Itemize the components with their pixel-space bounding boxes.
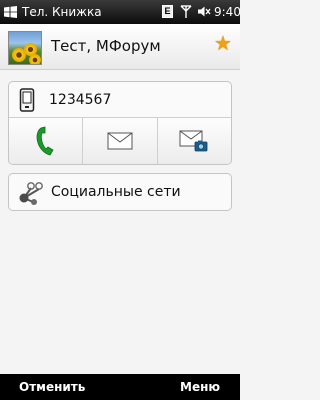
app-title[interactable]: Тел. Книжка [22,5,102,19]
contact-name: Тест, МФорум [51,37,161,55]
social-networks-icon [19,182,43,205]
edge-data-icon[interactable]: E [162,5,173,18]
envelope-icon [107,132,133,150]
softkey-bar: Отменить Меню [0,374,240,400]
menu-softkey[interactable]: Меню [180,380,220,394]
favorite-star-icon[interactable]: ★ [214,33,232,53]
signal-icon[interactable] [179,4,193,19]
cancel-softkey[interactable]: Отменить [19,380,85,394]
windows-start-icon[interactable] [4,6,17,18]
clock[interactable]: 9:40 [214,5,241,19]
flower-image-part [29,54,41,64]
phone-handset-icon [36,126,54,156]
speaker-muted-icon[interactable] [197,5,211,18]
social-networks-row[interactable]: Социальные сети [8,173,232,211]
social-networks-label: Социальные сети [51,184,181,200]
sms-button[interactable] [83,118,158,164]
action-row [9,118,231,164]
call-button[interactable] [9,118,84,164]
phone-number: 1234567 [49,92,112,108]
phone-number-row[interactable]: 1234567 [9,82,231,118]
contact-photo[interactable] [8,31,42,65]
contact-screen: Тел. Книжка E 9:40 Тест, МФорум ★ 123456… [0,0,241,400]
phone-card: 1234567 [8,81,232,165]
contact-header: Тест, МФорум ★ [0,24,240,70]
mms-button[interactable] [157,118,231,164]
mobile-phone-icon [19,88,35,112]
status-bar: Тел. Книжка E 9:40 [0,0,241,24]
envelope-camera-icon [179,130,208,152]
